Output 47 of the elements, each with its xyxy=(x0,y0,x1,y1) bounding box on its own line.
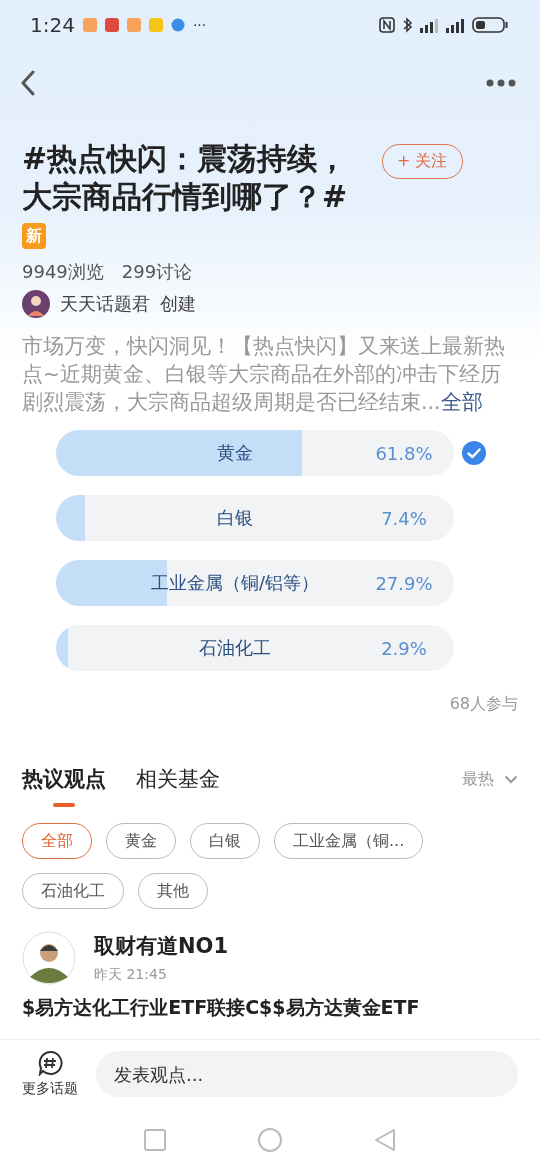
filter-chip[interactable]: 白银 xyxy=(190,823,260,859)
poll-option[interactable]: 石油化工 2.9% xyxy=(56,625,454,671)
creator-name[interactable]: 天天话题君 xyxy=(60,292,150,316)
filter-chip[interactable]: 其他 xyxy=(138,873,208,909)
expand-link[interactable]: 全部 xyxy=(440,390,483,414)
post-text: $易方达化工行业ETF联接C$$易方达黄金ETF xyxy=(22,995,421,1020)
topic-title: #热点快闪：震荡持续，大宗商品行情到哪了？# 新 xyxy=(22,140,372,254)
filter-chip[interactable]: 石油化工 xyxy=(22,873,124,909)
avatar-icon xyxy=(22,290,50,318)
bluetooth-icon xyxy=(403,17,412,33)
book-app-icon xyxy=(82,18,97,32)
tab[interactable]: 热议观点 xyxy=(22,765,106,807)
home-icon[interactable] xyxy=(258,1128,282,1152)
store-app-icon xyxy=(104,18,119,32)
new-badge: 新 xyxy=(22,223,46,249)
topic-description: 市场万变，快闪洞见！【热点快闪】又来送上最新热点~近期黄金、白银等大宗商品在外部的冲击下经历剧烈震荡，大宗商品超级周期是否已经结束...全部 xyxy=(22,333,506,416)
more-notifications: ··· xyxy=(192,17,207,33)
back-icon[interactable] xyxy=(20,70,36,96)
poll-option[interactable]: 黄金 61.8% xyxy=(56,430,454,476)
status-time: 1:24 xyxy=(30,13,75,37)
view-count: 9949浏览 xyxy=(22,260,104,284)
more-topics-button[interactable]: 更多话题 xyxy=(22,1050,78,1098)
creator-action: 创建 xyxy=(160,292,196,316)
avatar-icon xyxy=(22,931,76,985)
browser-app-icon xyxy=(170,18,185,32)
filter-chip[interactable]: 全部 xyxy=(22,823,92,859)
comment-field[interactable]: 发表观点... xyxy=(96,1051,518,1097)
filter-chip[interactable]: 黄金 xyxy=(106,823,176,859)
participant-count: 68人参与 xyxy=(448,694,519,715)
discussion-count: 299讨论 xyxy=(121,260,193,284)
poll-option[interactable]: 工业金属（铜/铝等） 27.9% xyxy=(56,560,454,606)
hashtag-bubble-icon xyxy=(37,1050,63,1076)
filter-chip[interactable]: 工业金属（铜... xyxy=(274,823,424,859)
chevron-down-icon xyxy=(504,774,518,784)
nfc-icon xyxy=(379,17,395,33)
signal-icon xyxy=(446,17,464,33)
post-time: 昨天 21:45 xyxy=(94,966,168,984)
more-icon[interactable] xyxy=(486,79,516,87)
recent-apps-icon[interactable] xyxy=(144,1129,166,1151)
check-icon xyxy=(462,441,486,465)
author-name[interactable]: 取财有道NO1 xyxy=(94,932,229,960)
delivery-app-icon xyxy=(148,18,163,32)
battery-icon xyxy=(472,17,508,33)
signal-icon xyxy=(420,17,438,33)
tab[interactable]: 相关基金 xyxy=(136,765,220,807)
book-app-icon xyxy=(126,18,141,32)
poll-option[interactable]: 白银 7.4% xyxy=(56,495,454,541)
